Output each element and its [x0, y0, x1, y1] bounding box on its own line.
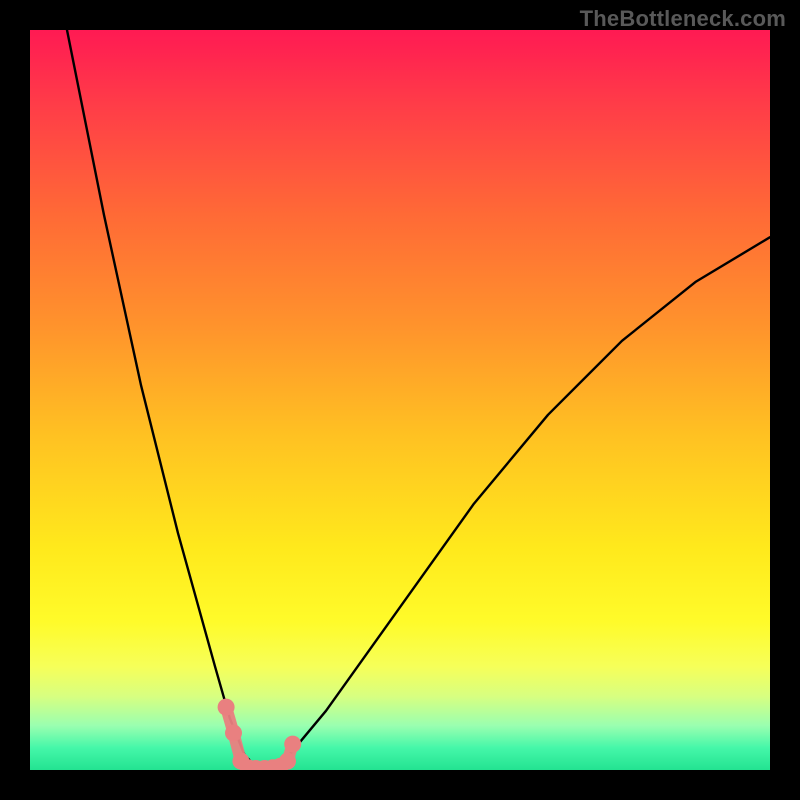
- plot-area: [30, 30, 770, 770]
- data-point: [279, 753, 296, 770]
- data-point: [218, 699, 235, 716]
- bottleneck-curve-path: [67, 30, 770, 770]
- watermark-text: TheBottleneck.com: [580, 6, 786, 32]
- data-point: [225, 725, 242, 742]
- data-points-group: [218, 699, 302, 770]
- chart-frame: TheBottleneck.com: [0, 0, 800, 800]
- data-point: [284, 736, 301, 753]
- curve-layer: [30, 30, 770, 770]
- bottleneck-curve: [67, 30, 770, 770]
